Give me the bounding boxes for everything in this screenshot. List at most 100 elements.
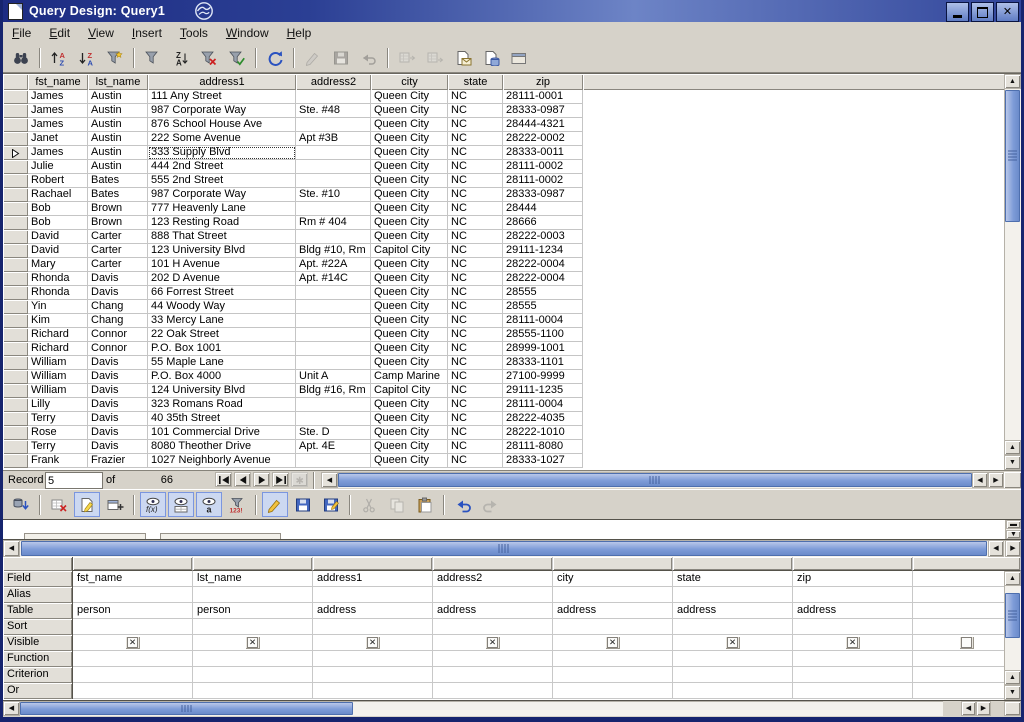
grid-cell-visible[interactable]: ✕: [433, 635, 553, 651]
cell[interactable]: Frank: [28, 454, 88, 468]
cell[interactable]: David: [28, 230, 88, 244]
cell[interactable]: [296, 454, 371, 468]
cell[interactable]: 28555: [503, 286, 583, 300]
grid-cell-visible[interactable]: ✕: [193, 635, 313, 651]
cell[interactable]: Davis: [88, 356, 148, 370]
cell[interactable]: Rhonda: [28, 272, 88, 286]
scroll-left-button[interactable]: ◀: [3, 540, 20, 557]
cell[interactable]: 876 School House Ave: [148, 118, 296, 132]
minimize-icon[interactable]: [946, 2, 969, 22]
grid-cell-alias[interactable]: [193, 587, 313, 603]
cell[interactable]: NC: [448, 426, 503, 440]
checkbox-checked[interactable]: ✕: [487, 637, 498, 648]
cell[interactable]: Queen City: [371, 146, 448, 160]
cell[interactable]: Richard: [28, 328, 88, 342]
scroll-up-button-2[interactable]: ▲: [1004, 440, 1021, 455]
menu-file[interactable]: File: [3, 22, 40, 44]
grid-cell-visible[interactable]: ✕: [73, 635, 193, 651]
table-row[interactable]: DavidCarter888 That StreetQueen CityNC28…: [3, 230, 1021, 244]
checkbox-checked[interactable]: ✕: [847, 637, 858, 648]
menu-insert[interactable]: Insert: [123, 22, 171, 44]
cell[interactable]: Austin: [88, 132, 148, 146]
cell[interactable]: NC: [448, 258, 503, 272]
cell[interactable]: [296, 356, 371, 370]
cell[interactable]: Rachael: [28, 188, 88, 202]
cell[interactable]: Bldg #10, Rm: [296, 244, 371, 258]
cell[interactable]: William: [28, 356, 88, 370]
scroll-up-button[interactable]: ▬: [1006, 520, 1021, 529]
cell[interactable]: 28111-0004: [503, 398, 583, 412]
table-row[interactable]: WilliamDavis55 Maple LaneQueen CityNC283…: [3, 356, 1021, 370]
cell[interactable]: [296, 160, 371, 174]
cell[interactable]: [296, 412, 371, 426]
cell[interactable]: Ste. #48: [296, 104, 371, 118]
row-header[interactable]: [3, 440, 28, 454]
scroll-right-button[interactable]: ▶: [976, 701, 991, 716]
paste-icon[interactable]: [412, 492, 438, 517]
cell[interactable]: [296, 118, 371, 132]
cell[interactable]: NC: [448, 356, 503, 370]
cell[interactable]: NC: [448, 300, 503, 314]
remove-filter-icon[interactable]: [196, 46, 222, 71]
cell[interactable]: Davis: [88, 440, 148, 454]
cell[interactable]: 28111-8080: [503, 440, 583, 454]
grid-cell-field[interactable]: state: [673, 571, 793, 587]
grid-cell-function[interactable]: [793, 651, 913, 667]
grid-cell-sort[interactable]: [433, 619, 553, 635]
cell[interactable]: Davis: [88, 412, 148, 426]
grid-cell-field[interactable]: lst_name: [193, 571, 313, 587]
cell[interactable]: [296, 174, 371, 188]
grid-cell-function[interactable]: [673, 651, 793, 667]
cell[interactable]: 28111-0004: [503, 314, 583, 328]
cell[interactable]: Queen City: [371, 258, 448, 272]
standard-filter-icon[interactable]: [140, 46, 166, 71]
cell[interactable]: Davis: [88, 286, 148, 300]
grid-cell-or[interactable]: [433, 683, 553, 699]
cell[interactable]: Robert: [28, 174, 88, 188]
cell[interactable]: Queen City: [371, 118, 448, 132]
table-row[interactable]: JamesAustin987 Corporate WaySte. #48Quee…: [3, 104, 1021, 118]
grid-cell-field[interactable]: address2: [433, 571, 553, 587]
cell[interactable]: NC: [448, 328, 503, 342]
sort-descending-icon[interactable]: ZA: [74, 46, 100, 71]
cell[interactable]: Ste. #10: [296, 188, 371, 202]
next-record-button[interactable]: [253, 472, 270, 487]
cell[interactable]: [296, 300, 371, 314]
cell[interactable]: William: [28, 370, 88, 384]
column-header-fst_name[interactable]: fst_name: [28, 74, 88, 90]
grid-cell-field[interactable]: address1: [313, 571, 433, 587]
cell[interactable]: Bob: [28, 202, 88, 216]
cell[interactable]: 28444-4321: [503, 118, 583, 132]
run-query-icon[interactable]: [8, 492, 34, 517]
cell[interactable]: Unit A: [296, 370, 371, 384]
cell[interactable]: 222 Some Avenue: [148, 132, 296, 146]
cell[interactable]: Janet: [28, 132, 88, 146]
row-header[interactable]: [3, 160, 28, 174]
cell[interactable]: Lilly: [28, 398, 88, 412]
cell[interactable]: NC: [448, 188, 503, 202]
cell[interactable]: NC: [448, 216, 503, 230]
cell[interactable]: Kim: [28, 314, 88, 328]
maximize-icon[interactable]: [971, 2, 994, 22]
cell[interactable]: 28333-1027: [503, 454, 583, 468]
grid-cell-table[interactable]: address: [793, 603, 913, 619]
cell[interactable]: 1027 Neighborly Avenue: [148, 454, 296, 468]
grid-cell-function[interactable]: [313, 651, 433, 667]
table-row[interactable]: JamesAustin333 Supply BlvdQueen CityNC28…: [3, 146, 1021, 160]
table-window-person[interactable]: [24, 533, 146, 539]
scroll-left-button[interactable]: ◀: [321, 472, 338, 488]
cell[interactable]: Queen City: [371, 300, 448, 314]
cell[interactable]: David: [28, 244, 88, 258]
cell[interactable]: 27100-9999: [503, 370, 583, 384]
cell[interactable]: Frazier: [88, 454, 148, 468]
grid-column-header[interactable]: [193, 557, 313, 571]
cell[interactable]: 888 That Street: [148, 230, 296, 244]
grid-cell-alias[interactable]: [673, 587, 793, 603]
table-name-icon[interactable]: [168, 492, 194, 517]
cell[interactable]: 28222-0002: [503, 132, 583, 146]
cell[interactable]: Queen City: [371, 440, 448, 454]
cell[interactable]: 28222-0003: [503, 230, 583, 244]
save-icon[interactable]: [290, 492, 316, 517]
menu-help[interactable]: Help: [278, 22, 321, 44]
row-header[interactable]: [3, 132, 28, 146]
